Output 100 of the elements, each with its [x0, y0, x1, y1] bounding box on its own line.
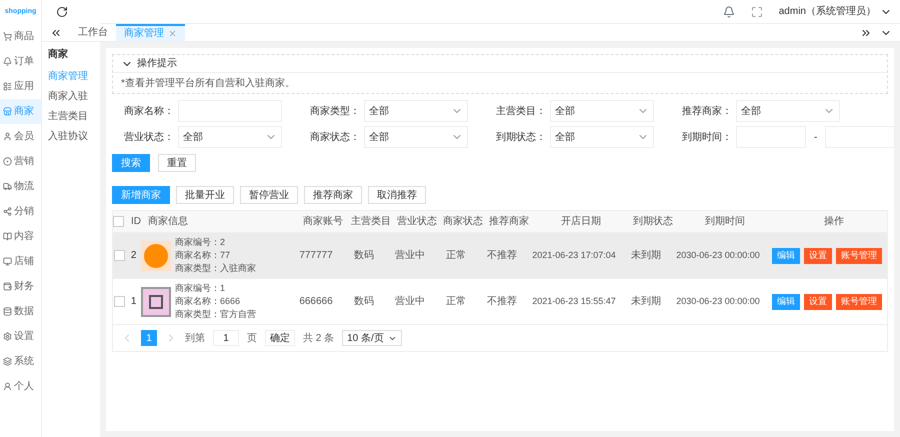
refresh-icon[interactable] — [56, 6, 68, 18]
row-checkbox[interactable] — [114, 250, 126, 261]
row-action-button[interactable]: 账号管理 — [836, 248, 882, 264]
logo-image — [141, 286, 171, 316]
column-header: 到期时间 — [705, 214, 745, 229]
tab[interactable]: 工作台 — [70, 24, 116, 41]
merchant-info-text: 商家编号：2 — [175, 236, 226, 249]
column-header: ID — [131, 215, 141, 229]
column-header: 主营类目 — [351, 214, 391, 229]
wallet-icon — [3, 282, 12, 291]
range-separator: - — [814, 130, 818, 144]
column-header: 商家状态 — [443, 214, 483, 229]
sidebar-item[interactable]: 数据 — [0, 299, 41, 324]
sidebar-item[interactable]: 营销 — [0, 149, 41, 174]
close-icon[interactable] — [168, 29, 177, 38]
page-size-select[interactable]: 10 条/页 — [342, 330, 402, 346]
goto-label: 到第 — [185, 332, 205, 346]
merchant-info-text: 商家名称：77 — [175, 249, 232, 262]
table-cell-text: 数码 — [354, 249, 374, 263]
sidebar-item[interactable]: 分销 — [0, 199, 41, 224]
sidebar-item[interactable]: 会员 — [0, 124, 41, 149]
fullscreen-icon[interactable] — [750, 6, 763, 18]
book-icon — [3, 232, 12, 241]
table-cell-text: 2 — [130, 249, 136, 263]
sidebar-item[interactable]: 设置 — [0, 324, 41, 349]
action-button[interactable]: 取消推荐 — [368, 186, 426, 204]
select-all-checkbox[interactable] — [113, 216, 124, 227]
filter-label: 营业状态： — [123, 130, 174, 144]
filter-label: 推荐商家： — [681, 104, 732, 118]
table-cell-text: 未到期 — [631, 248, 661, 263]
store-icon — [3, 107, 12, 116]
filter-label: 到期状态： — [495, 130, 546, 144]
table-cell-text: 营业中 — [395, 248, 425, 263]
column-header: 操作 — [824, 215, 844, 229]
select-field[interactable]: 全部 — [550, 100, 654, 122]
table-cell-text: 666666 — [299, 295, 333, 309]
bell-icon[interactable] — [722, 6, 735, 18]
row-checkbox[interactable] — [114, 296, 126, 307]
merchant-info-text: 商家编号：1 — [175, 282, 226, 295]
sidebar-item[interactable]: 物流 — [0, 174, 41, 199]
row-action-button[interactable]: 设置 — [804, 294, 832, 310]
cart-icon — [3, 32, 12, 41]
layers-icon — [3, 357, 12, 366]
table-cell-text: 2021-06-23 15:55:47 — [532, 294, 616, 308]
bell-icon — [3, 57, 12, 66]
action-button[interactable]: 暂停营业 — [240, 186, 298, 204]
sidebar-item[interactable]: 财务 — [0, 274, 41, 299]
submenu-title: 商家 — [47, 47, 69, 62]
submenu-item[interactable]: 主营类目 — [42, 106, 100, 126]
tip-text: *查看并管理平台所有自营和入驻商家。 — [121, 76, 295, 90]
logo-image — [141, 240, 171, 270]
sidebar-item[interactable]: 订单 — [0, 49, 41, 74]
column-header: 商家账号 — [303, 214, 343, 229]
filter-label: 商家名称： — [123, 104, 174, 118]
column-header: 开店日期 — [561, 214, 601, 229]
total-count: 共 2 条 — [303, 332, 334, 346]
sidebar-item[interactable]: 应用 — [0, 74, 41, 99]
column-header: 商家信息 — [148, 214, 188, 229]
sidebar-item[interactable]: 商品 — [0, 24, 41, 49]
merchant-info-text: 商家类型：入驻商家 — [175, 262, 256, 275]
sidebar-item[interactable]: 个人 — [0, 374, 41, 399]
user-menu[interactable]: admin（系统管理员） — [778, 4, 876, 19]
table-cell-text: 正常 — [446, 248, 466, 263]
user-icon — [3, 132, 12, 141]
monitor-icon — [3, 257, 12, 266]
list-icon — [3, 82, 12, 91]
table-cell-text: 不推荐 — [487, 294, 517, 309]
action-button[interactable]: 批量开业 — [176, 186, 234, 204]
table-cell-text: 1 — [130, 295, 136, 309]
share-icon — [3, 207, 12, 216]
tip-title: 操作提示 — [137, 57, 177, 71]
submenu-item[interactable]: 入驻协议 — [42, 126, 100, 146]
truck-icon — [3, 182, 12, 191]
table-cell-text: 数码 — [354, 295, 374, 309]
select-field[interactable]: 全部 — [736, 100, 840, 122]
select-field[interactable]: 全部 — [364, 126, 468, 148]
submenu-item[interactable]: 商家入驻 — [42, 86, 100, 106]
table-cell-text: 营业中 — [395, 294, 425, 309]
action-button[interactable]: 推荐商家 — [304, 186, 362, 204]
select-field[interactable]: 全部 — [178, 126, 282, 148]
row-action-button[interactable]: 账号管理 — [836, 294, 882, 310]
table-cell-text: 777777 — [299, 249, 333, 263]
sidebar-item[interactable]: 系统 — [0, 349, 41, 374]
row-action-button[interactable]: 设置 — [804, 248, 832, 264]
filter-button[interactable]: 重置 — [158, 154, 196, 172]
merchant-info-text: 商家类型：官方自营 — [175, 308, 256, 321]
column-header: 到期状态 — [633, 214, 673, 229]
sidebar-item[interactable]: 店铺 — [0, 249, 41, 274]
database-icon — [3, 307, 12, 316]
column-header: 推荐商家 — [489, 214, 529, 229]
table-cell-text: 2030-06-23 00:00:00 — [676, 294, 760, 308]
filter-label: 主营类目： — [495, 104, 546, 118]
page-input[interactable]: 1 — [213, 330, 239, 346]
settings-icon — [3, 332, 12, 341]
confirm-button[interactable]: 确定 — [265, 330, 295, 346]
table-cell-text: 未到期 — [631, 294, 661, 309]
select-field[interactable]: 全部 — [550, 126, 654, 148]
select-field[interactable]: 全部 — [364, 100, 468, 122]
sidebar-item[interactable]: 内容 — [0, 224, 41, 249]
table-cell-text: 2021-06-23 17:07:04 — [532, 248, 616, 262]
